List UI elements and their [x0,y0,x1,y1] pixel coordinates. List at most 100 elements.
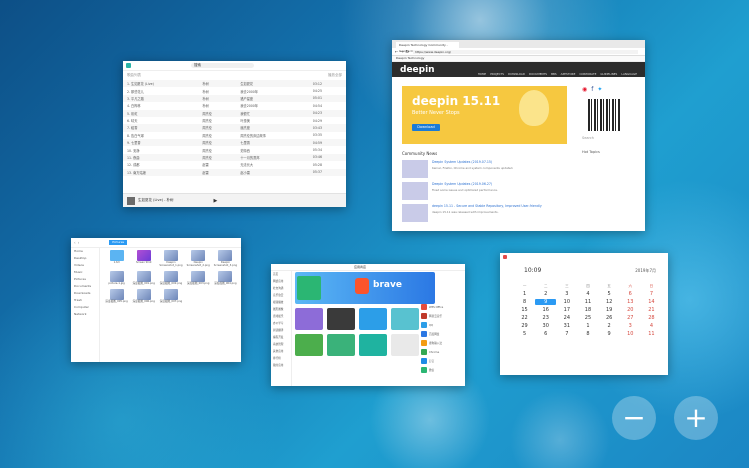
table-row[interactable]: 5. 彩虹 周杰伦 我很忙 04:23 [123,109,346,117]
sidebar-item[interactable]: 阅读翻译 [271,326,291,333]
table-row[interactable]: 4. 白桦林 朴树 我去2000年 04:54 [123,102,346,109]
calendar-day[interactable]: 18 [577,307,598,313]
table-row[interactable]: 8. 告白气球 周杰伦 周杰伦的床边故事 03:35 [123,132,346,139]
sidebar-item[interactable]: 办公学习 [271,319,291,326]
calendar-day[interactable]: 30 [535,323,556,329]
file-manager-window[interactable]: ‹ › Pictures Home Desktop Videos Music Pictu… [71,238,241,362]
add-workspace-button[interactable]: + [674,396,718,440]
calendar-day[interactable]: 31 [556,323,577,329]
app-tile[interactable] [391,308,419,330]
store-banner[interactable]: brave [295,272,435,304]
back-icon[interactable]: ← [395,49,398,54]
sidebar-item[interactable]: Videos [71,261,99,268]
calendar-day[interactable]: 24 [556,315,577,321]
nav-item[interactable]: GUIDELINES [600,72,617,76]
calendar-day[interactable]: 16 [535,307,556,313]
calendar-day[interactable]: 11 [641,331,662,337]
file-item[interactable]: picture-1.jpg [105,270,128,286]
file-item[interactable]: Deepin Screenshot_2.png [187,250,210,268]
sidebar-item[interactable]: 我的应用 [271,361,291,368]
calendar-day[interactable]: 10 [556,299,577,305]
calendar-day[interactable]: 15 [514,307,535,313]
app-tile[interactable] [391,334,419,356]
breadcrumb[interactable]: Pictures [109,240,128,245]
table-row[interactable]: 12. 成都 赵雷 无法长大 05:28 [123,161,346,168]
back-icon[interactable]: ‹ [74,240,76,245]
twitter-icon[interactable]: ✦ [597,86,602,93]
calendar-day[interactable]: 5 [514,331,535,337]
sidebar-item[interactable]: Pictures [71,275,99,282]
table-row[interactable]: 1. 生如夏花 (Live) 朴树 生如夏花 03:12 [123,80,346,88]
news-item[interactable]: deepin 15.11 - Secure and Stable Reposit… [402,204,577,222]
app-tile[interactable] [295,308,323,330]
month-label[interactable]: 2019年7月 [635,268,656,274]
calendar-day[interactable]: 29 [514,323,535,329]
calendar-day[interactable]: 27 [620,315,641,321]
sidebar-item[interactable]: 图形图像 [271,305,291,312]
sidebar-item[interactable]: Music [71,268,99,275]
calendar-day[interactable]: 7 [641,291,662,297]
calendar-day[interactable]: 1 [577,323,598,329]
file-item[interactable]: 深度截图_004.png [214,270,237,286]
nav-item[interactable]: DOWNLOAD [508,72,525,76]
file-item[interactable]: 1.txt [105,250,128,268]
app-tile[interactable] [327,334,355,356]
file-item[interactable]: 深度截图_005.png [105,288,128,304]
calendar-day[interactable]: 20 [620,307,641,313]
app-tile[interactable] [359,308,387,330]
calendar-day[interactable]: 2 [535,291,556,297]
app-tile[interactable] [359,334,387,356]
reload-icon[interactable]: ↻ [406,49,409,54]
file-item[interactable]: 深度截图_007.png [159,288,182,304]
calendar-day[interactable]: 12 [599,299,620,305]
nav-item[interactable]: BBS [551,72,557,76]
sidebar-item[interactable]: 其他应用 [271,347,291,354]
forward-icon[interactable]: › [78,240,80,245]
app-list-item[interactable]: 百度网盘 [421,331,461,337]
table-row[interactable]: 2. 那些花儿 朴树 我去2000年 04:25 [123,87,346,94]
file-item[interactable]: 深度截图_006.png [132,288,155,304]
table-row[interactable]: 7. 稻香 周杰伦 魔杰座 03:43 [123,124,346,132]
app-tile[interactable] [295,334,323,356]
browser-tab[interactable]: Deepin Technology Community - Google Chr… [396,42,459,53]
sidebar-item[interactable]: 首页 [271,270,291,277]
app-list-item[interactable]: QQ [421,322,461,328]
calendar-day[interactable]: 8 [577,331,598,337]
app-list-item[interactable]: 网易云音乐 [421,313,461,319]
address-bar[interactable]: https://www.deepin.org/ [413,49,638,54]
sidebar-item[interactable]: 网络应用 [271,277,291,284]
calendar-day[interactable]: 8 [514,299,535,305]
calendar-day[interactable]: 13 [620,299,641,305]
sidebar-item[interactable]: Network [71,310,99,317]
remove-workspace-button[interactable]: − [612,396,656,440]
calendar-day[interactable]: 1 [514,291,535,297]
table-row[interactable]: 13. 南方姑娘 赵雷 赵小雷 05:37 [123,168,346,176]
app-tile[interactable] [327,308,355,330]
nav-item[interactable]: APPSTORE [561,72,576,76]
file-item[interactable]: Screen Shot [132,250,155,268]
nav-item[interactable]: CORPORATE [579,72,596,76]
table-row[interactable]: 10. 安静 周杰伦 范特西 05:34 [123,146,346,153]
play-all-button[interactable]: 播放全部 [328,73,342,78]
file-item[interactable]: 深度截图_001.png [132,270,155,286]
table-row[interactable]: 3. 平凡之路 朴树 猎户星座 05:01 [123,94,346,103]
file-item[interactable]: Deepin Screenshot_3.png [214,250,237,268]
download-button[interactable]: Download [412,124,440,131]
sidebar-item[interactable]: 视频播放 [271,298,291,305]
forward-icon[interactable]: → [400,49,403,54]
app-store-window[interactable]: 应用商店 首页 网络应用 社交沟通 音乐欣赏 视频播放 图形图像 游戏娱乐 办公学习 阅读翻译编… [271,264,465,386]
calendar-day[interactable]: 23 [535,315,556,321]
calendar-day[interactable]: 6 [535,331,556,337]
calendar-day[interactable]: 2 [599,323,620,329]
table-row[interactable]: 6. 晴天 周杰伦 叶惠美 04:29 [123,117,346,124]
app-list-item[interactable]: 微信 [421,367,461,373]
nav-item[interactable]: LANGUAGE [621,72,637,76]
sidebar-item[interactable]: 编程开发 [271,333,291,340]
sidebar-item[interactable]: Computer [71,303,99,310]
calendar-day[interactable]: 9 [535,299,557,305]
sidebar-item[interactable]: Downloads [71,289,99,296]
table-row[interactable]: 11. 夜曲 周杰伦 十一月的萧邦 03:46 [123,153,346,162]
calendar-day[interactable]: 19 [599,307,620,313]
calendar-day[interactable]: 6 [620,291,641,297]
calendar-day[interactable]: 9 [599,331,620,337]
